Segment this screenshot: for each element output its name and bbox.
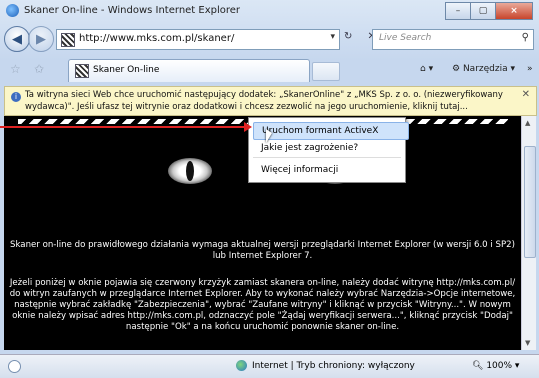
menu-item-what-risk[interactable]: Jakie jest zagrożenie? [253,140,407,156]
window-title: Skaner On-line - Windows Internet Explor… [24,5,241,16]
zoom-level[interactable]: 🔍︎ 100% ▾ [472,361,519,371]
status-page-icon [8,360,21,373]
left-eye-image [168,158,212,184]
info-bar-message[interactable]: Ta witryna sieci Web chce uruchomić nast… [25,89,515,113]
scroll-down-icon[interactable]: ▼ [525,339,530,347]
new-tab-button[interactable] [312,62,340,81]
requirements-paragraph: Skaner on-line do prawidłowego działania… [10,240,515,261]
instructions-paragraph: Jeżeli poniżej w oknie pojawia się czerw… [9,278,516,332]
zoom-value: 100% [486,361,513,371]
mouse-cursor-icon [266,129,272,143]
close-button[interactable]: × [495,2,533,20]
browser-window: Skaner On-line - Windows Internet Explor… [0,0,539,378]
address-url[interactable]: http://www.mks.com.pl/skaner/ [79,33,234,44]
callout-arrow-head-icon [244,122,252,132]
tab-skaner[interactable]: Skaner On-line [68,59,310,82]
tab-row: ☆ ✩ Skaner On-line ⌂ ▾ ⚙ Narzędzia ▾ » [0,56,539,84]
zoom-icon: 🔍︎ [472,361,484,371]
address-bar[interactable]: http://www.mks.com.pl/skaner/ ▾ [56,29,340,50]
add-favorites-icon[interactable]: ✩ [34,62,44,76]
back-button[interactable]: ◀ [4,26,30,52]
search-input[interactable]: Live Search [379,33,431,43]
maximize-button[interactable]: ▢ [470,2,496,20]
minimize-button[interactable]: – [445,2,471,20]
tools-label: Narzędzia [462,64,508,74]
search-icon[interactable]: ⚲ [522,32,529,43]
forward-arrow-icon: ▶ [36,31,46,47]
forward-button[interactable]: ▶ [28,26,54,52]
scroll-up-icon[interactable]: ▲ [525,119,530,127]
activex-context-menu: Uruchom formant ActiveX Jakie jest zagro… [248,117,409,183]
address-dropdown-icon[interactable]: ▾ [330,32,335,42]
status-bar: Internet | Tryb chroniony: wyłączony 🔍︎ … [0,354,539,378]
internet-globe-icon [236,360,247,371]
info-shield-icon: i [11,92,21,102]
title-bar: Skaner On-line - Windows Internet Explor… [0,0,539,22]
tab-favicon-icon [75,64,89,78]
favorites-star-icon[interactable]: ☆ [10,62,21,76]
search-box[interactable]: Live Search ⚲ [372,29,534,50]
security-zone-text[interactable]: Internet | Tryb chroniony: wyłączony [252,361,415,371]
scroll-thumb[interactable] [524,146,536,258]
window-controls: – ▢ × [445,2,533,20]
info-bar-close-icon[interactable]: ✕ [522,89,530,100]
information-bar[interactable]: i Ta witryna sieci Web chce uruchomić na… [4,86,537,116]
home-icon[interactable]: ⌂ ▾ [420,64,433,74]
ie-logo-icon [6,4,19,17]
menu-item-more-info[interactable]: Więcej informacji [253,162,407,178]
vertical-scrollbar[interactable]: ▲ ▼ [521,116,536,350]
chevron-more-icon[interactable]: » [527,64,533,74]
tools-gear-icon: ⚙ [452,64,461,74]
address-row: ◀ ▶ http://www.mks.com.pl/skaner/ ▾ ↻ ✕ … [0,24,539,54]
tab-label: Skaner On-line [93,65,160,75]
back-arrow-icon: ◀ [12,31,22,47]
menu-item-run-activex[interactable]: Uruchom formant ActiveX [253,122,409,140]
menu-separator [253,157,401,158]
tools-menu[interactable]: ⚙ Narzędzia ▾ [452,64,515,74]
callout-arrow-line [0,126,250,128]
site-favicon-icon [61,33,75,47]
